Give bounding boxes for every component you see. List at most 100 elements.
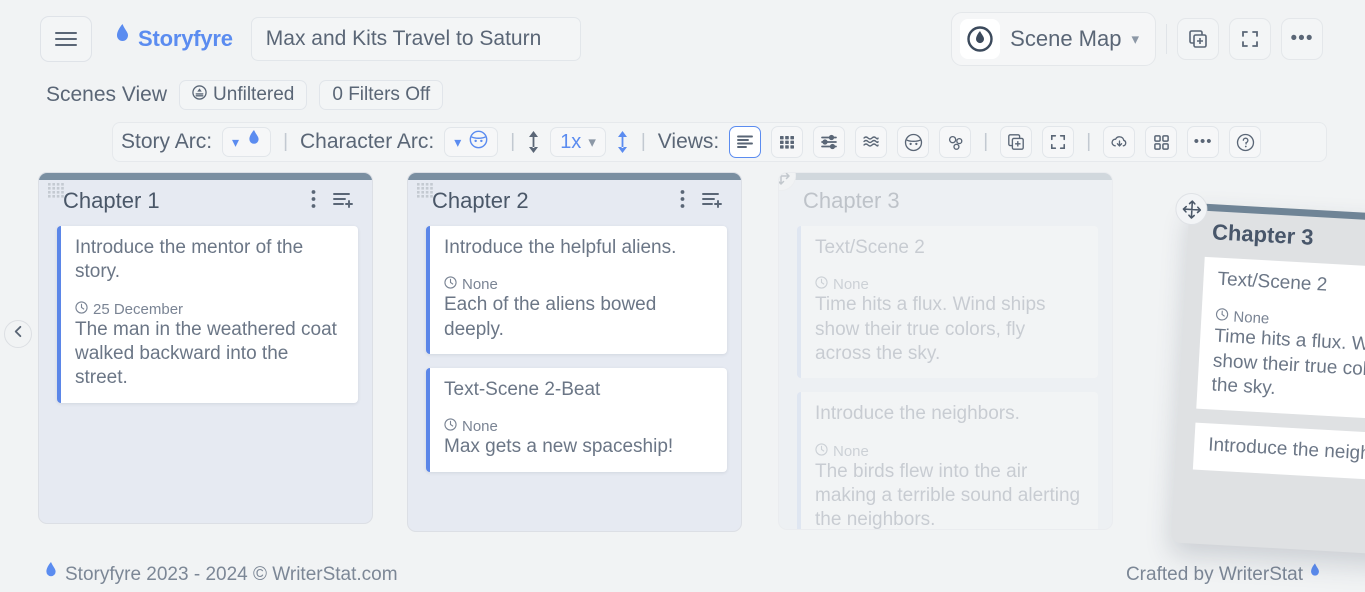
add-scene-icon[interactable] [332,189,356,214]
scene-title: Text/Scene 2 [815,236,1084,260]
toolbar-duplicate-button[interactable] [1000,126,1032,158]
column-title: Chapter 3 [803,188,900,214]
dragging-chapter-column[interactable]: Chapter 3 Text/Scene 2 None Time hits a … [1171,203,1365,561]
scene-card[interactable]: Introduce the helpful aliens. None Each … [426,226,727,354]
zoom-value: 1x [560,131,581,154]
character-arc-select[interactable]: ▾ [444,127,498,157]
scene-meta: None [815,276,1084,293]
scene-time: None [462,276,498,293]
clock-icon [815,276,828,293]
cloud-download-button[interactable] [1103,126,1135,158]
help-button[interactable] [1229,126,1261,158]
row-height-decrease-button[interactable] [527,131,540,153]
scene-card: Introduce the neighbors. None The birds … [797,392,1098,530]
filter-chip[interactable]: Unfiltered [179,80,307,110]
chapter-column[interactable]: Chapter 1 Introduce the mentor of the st… [38,172,373,524]
more-options-button[interactable]: ••• [1281,18,1323,60]
dots-vertical-icon[interactable] [680,189,685,214]
view-mode-label: Scene Map [1010,26,1121,52]
zoom-select[interactable]: 1x ▾ [550,127,606,157]
separator: | [281,131,290,153]
brand-logo[interactable]: Storyfyre [114,24,233,54]
scene-time: 25 December [93,301,183,318]
column-drag-bar[interactable] [39,173,372,180]
menu-button[interactable] [40,16,92,62]
scene-card[interactable]: Introduce the neighbors. [1193,423,1365,486]
scene-meta: None [444,418,713,435]
view-waves-button[interactable] [855,126,887,158]
ellipsis-icon: ••• [1194,138,1213,146]
scene-title: Text-Scene 2-Beat [444,378,713,402]
view-mode-selector[interactable]: Scene Map ▾ [951,12,1156,66]
clock-icon [815,443,828,460]
story-arc-select[interactable]: ▾ [222,127,271,157]
toolbar: Story Arc: ▾ | Character Arc: ▾ [112,122,1327,162]
view-character-button[interactable] [897,126,929,158]
apps-grid-button[interactable] [1145,126,1177,158]
scene-meta: None [444,276,713,293]
flame-icon [114,24,131,54]
column-drag-bar[interactable] [408,173,741,180]
clock-icon [444,418,457,435]
chevron-down-icon: ▾ [1131,30,1139,48]
scene-body: Max gets a new spaceship! [444,435,713,459]
filter-chip-label: Unfiltered [213,84,294,106]
separator: | [981,131,990,153]
add-scene-icon[interactable] [701,189,725,214]
chevron-down-icon: ▾ [454,134,461,151]
scene-title: Introduce the neighbors. [1208,434,1365,474]
hamburger-icon-line [55,38,77,40]
separator: | [639,131,648,153]
scene-card[interactable]: Text-Scene 2-Beat None Max gets a new sp… [426,368,727,472]
scene-card[interactable]: Text/Scene 2 None Time hits a flux. Wind… [1196,257,1365,426]
flame-icon [44,562,58,588]
project-title-value: Max and Kits Travel to Saturn [266,27,541,51]
character-arc-label: Character Arc: [300,130,434,154]
filters-off-label: 0 Filters Off [332,84,430,106]
view-network-button[interactable] [939,126,971,158]
scene-card: Text/Scene 2 None Time hits a flux. Wind… [797,226,1098,378]
chevron-left-icon [12,325,25,343]
clock-icon [1215,308,1229,326]
column-title: Chapter 1 [63,188,160,214]
view-grid-button[interactable] [771,126,803,158]
dots-vertical-icon[interactable] [311,189,316,214]
scene-body: Time hits a flux. Wind ships show their … [1211,325,1365,413]
scene-time: None [833,443,869,460]
scene-card[interactable]: Introduce the mentor of the story. 25 De… [57,226,358,403]
duplicate-button[interactable] [1177,18,1219,60]
view-list-button[interactable] [729,126,761,158]
project-title-input[interactable]: Max and Kits Travel to Saturn [251,17,581,61]
hamburger-icon [55,32,77,34]
view-sliders-button[interactable] [813,126,845,158]
filters-off-chip[interactable]: 0 Filters Off [319,80,443,110]
column-drag-bar [779,173,1112,180]
toolbar-wrapper: Story Arc: ▾ | Character Arc: ▾ [0,112,1365,162]
fullscreen-button[interactable] [1229,18,1271,60]
drag-dots-icon[interactable] [417,183,437,201]
app-footer: Storyfyre 2023 - 2024 © WriterStat.com C… [0,558,1365,592]
chapter-column[interactable]: Chapter 2 Introduce the helpful aliens. [407,172,742,532]
scene-title: Introduce the mentor of the story. [75,236,344,285]
clock-icon [75,301,88,318]
column-header: Chapter 2 [408,180,741,220]
scene-body: The man in the weathered coat walked bac… [75,318,344,391]
column-drop-area [1171,482,1365,561]
footer-credit-text: Crafted by WriterStat [1126,564,1303,586]
divider [1166,24,1167,54]
flame-icon [1309,563,1321,587]
toolbar-fullscreen-button[interactable] [1042,126,1074,158]
footer-credit: Crafted by WriterStat [1126,563,1321,587]
column-title: Chapter 2 [432,188,529,214]
separator: | [508,131,517,153]
scene-title: Introduce the neighbors. [815,402,1084,426]
brand-name: Storyfyre [138,26,233,52]
row-height-increase-button[interactable] [616,131,629,153]
app-header: Storyfyre Max and Kits Travel to Saturn … [0,0,1365,78]
drag-dots-icon[interactable] [48,183,68,201]
footer-copyright-text: Storyfyre 2023 - 2024 © WriterStat.com [65,564,398,586]
separator: | [1084,131,1093,153]
toolbar-more-options-button[interactable]: ••• [1187,126,1219,158]
views-label: Views: [658,130,719,154]
collapse-panel-button[interactable] [4,320,32,348]
